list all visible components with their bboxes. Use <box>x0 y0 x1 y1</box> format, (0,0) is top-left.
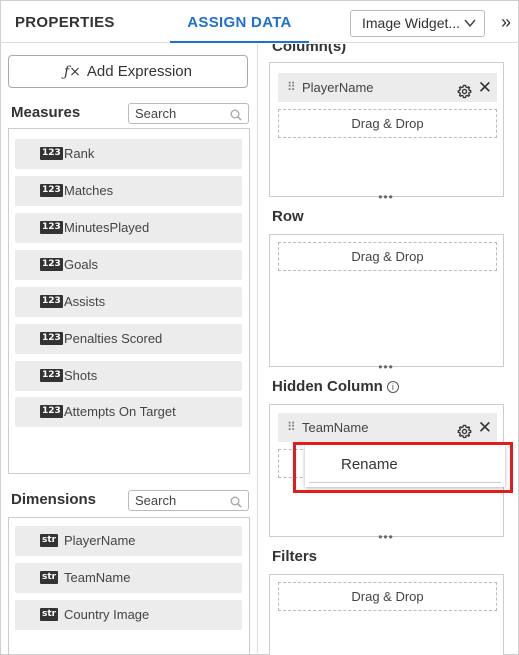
number-type-badge: 123 <box>40 405 63 418</box>
filters-drop-zone[interactable]: Drag & Drop <box>269 574 504 655</box>
measure-label: MinutesPlayed <box>64 220 150 235</box>
dimension-label: Country Image <box>64 607 150 622</box>
gear-icon[interactable] <box>457 420 472 439</box>
close-icon[interactable]: ✕ <box>478 413 492 442</box>
resize-handle-icon[interactable]: ••• <box>376 531 396 543</box>
dimensions-search-input[interactable]: Search <box>128 490 249 511</box>
dimensions-list: str PlayerName str TeamName str Country … <box>8 517 250 655</box>
measure-label: Matches <box>64 183 114 198</box>
dimension-item-country-image[interactable]: str Country Image <box>15 600 242 630</box>
measure-item-goals[interactable]: 123 Goals <box>15 250 242 280</box>
add-expression-label: Add Expression <box>86 63 192 80</box>
string-type-badge: str <box>40 534 59 547</box>
dimensions-title: Dimensions <box>11 491 97 508</box>
dimension-item-teamname[interactable]: str TeamName <box>15 563 242 593</box>
number-type-badge: 123 <box>40 258 63 271</box>
measures-search-input[interactable]: Search <box>128 103 249 124</box>
measure-label: Penalties Scored <box>64 331 163 346</box>
number-type-badge: 123 <box>40 221 63 234</box>
measure-label: Rank <box>64 146 95 161</box>
close-icon[interactable]: ✕ <box>478 73 492 102</box>
measure-label: Attempts On Target <box>64 404 176 419</box>
column-item-label: PlayerName <box>302 80 374 95</box>
resize-handle-icon[interactable]: ••• <box>376 361 396 373</box>
number-type-badge: 123 <box>40 147 63 160</box>
search-placeholder: Search <box>135 106 177 121</box>
dimension-label: PlayerName <box>64 533 136 548</box>
hidden-column-item-label: TeamName <box>302 420 369 435</box>
field-list-panel: ƒ× Add Expression Measures Search 123 Ran… <box>0 44 258 655</box>
number-type-badge: 123 <box>40 369 63 382</box>
measure-label: Shots <box>64 368 98 383</box>
tab-properties[interactable]: PROPERTIES <box>15 0 115 43</box>
columns-title: Column(s) <box>272 44 347 55</box>
filters-title: Filters <box>272 548 318 565</box>
search-icon <box>230 494 242 508</box>
measure-item-shots[interactable]: 123 Shots <box>15 361 242 391</box>
measure-label: Assists <box>64 294 106 309</box>
measure-item-minutesplayed[interactable]: 123 MinutesPlayed <box>15 213 242 243</box>
column-item-playername[interactable]: ⠿ PlayerName ✕ <box>278 73 497 102</box>
number-type-badge: 123 <box>40 332 63 345</box>
dimension-label: TeamName <box>64 570 131 585</box>
search-placeholder: Search <box>135 493 177 508</box>
expression-icon: ƒ× <box>64 64 81 80</box>
add-expression-button[interactable]: ƒ× Add Expression <box>8 55 248 88</box>
number-type-badge: 123 <box>40 295 63 308</box>
expand-panel-button[interactable]: » <box>496 10 516 37</box>
row-drop-zone[interactable]: Drag & Drop ••• <box>269 234 504 373</box>
number-type-badge: 123 <box>40 184 63 197</box>
measures-list: 123 Rank 123 Matches 123 MinutesPlayed 1… <box>8 128 250 474</box>
row-drag-drop-area[interactable]: Drag & Drop <box>278 242 497 271</box>
widget-select[interactable]: Image Widget... <box>350 10 485 37</box>
measures-title: Measures <box>11 104 81 121</box>
resize-handle-icon[interactable]: ••• <box>376 191 396 203</box>
hidden-column-item-teamname[interactable]: ⠿ TeamName ✕ <box>278 413 497 442</box>
measure-label: Goals <box>64 257 98 272</box>
filters-drag-drop-area[interactable]: Drag & Drop <box>278 582 497 611</box>
widget-select-value: Image Widget... <box>362 15 461 31</box>
tab-assign-data[interactable]: ASSIGN DATA <box>170 0 309 43</box>
search-icon <box>230 107 242 121</box>
measure-item-assists[interactable]: 123 Assists <box>15 287 242 317</box>
measure-item-rank[interactable]: 123 Rank <box>15 139 242 169</box>
string-type-badge: str <box>40 608 59 621</box>
measure-item-matches[interactable]: 123 Matches <box>15 176 242 206</box>
highlight-box <box>293 442 513 493</box>
panel-header: PROPERTIES ASSIGN DATA Image Widget... » <box>0 0 519 43</box>
columns-drop-zone[interactable]: ⠿ PlayerName ✕ Drag & Drop ••• <box>269 62 504 203</box>
measure-item-penalties-scored[interactable]: 123 Penalties Scored <box>15 324 242 354</box>
hidden-column-label: Hidden Column <box>272 378 383 395</box>
drag-handle-icon[interactable]: ⠿ <box>287 413 296 442</box>
gear-icon[interactable] <box>457 80 472 99</box>
row-title: Row <box>272 208 304 225</box>
measure-item-attempts-on-target[interactable]: 123 Attempts On Target <box>15 397 242 427</box>
double-chevron-right-icon: » <box>500 12 511 32</box>
dimension-item-playername[interactable]: str PlayerName <box>15 526 242 556</box>
drag-handle-icon[interactable]: ⠿ <box>287 73 296 102</box>
hidden-column-title: Hidden Column i <box>272 378 399 395</box>
columns-drag-drop-area[interactable]: Drag & Drop <box>278 109 497 138</box>
string-type-badge: str <box>40 571 59 584</box>
chevron-down-icon <box>464 11 476 45</box>
data-bindings-panel: Column(s) ⠿ PlayerName ✕ Drag & Drop •••… <box>259 44 519 655</box>
info-icon[interactable]: i <box>386 381 399 393</box>
